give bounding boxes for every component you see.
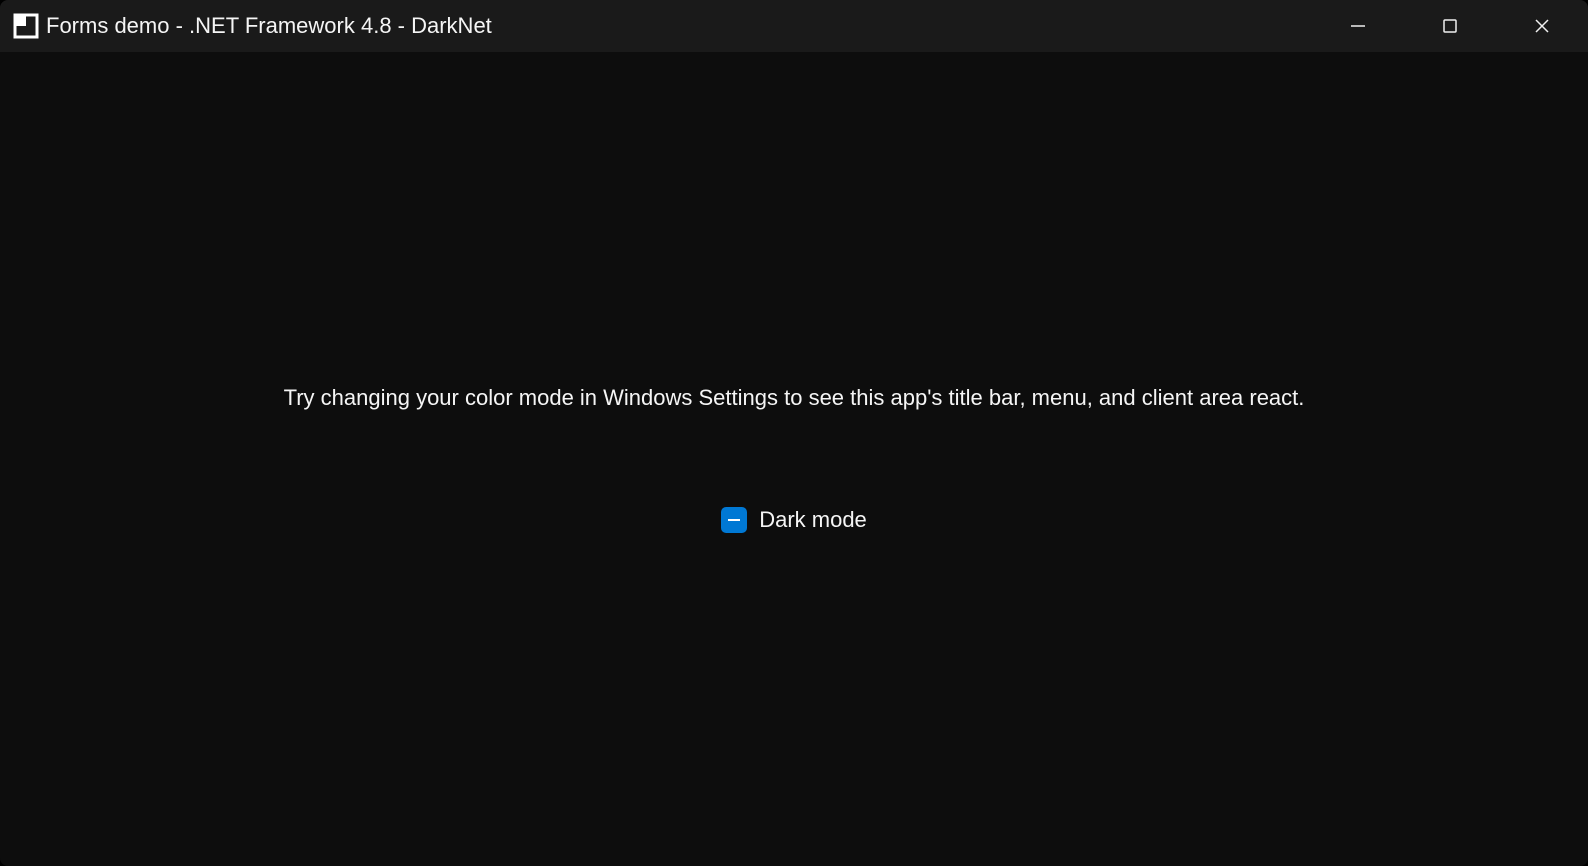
close-button[interactable] xyxy=(1496,0,1588,52)
dark-mode-checkbox-row[interactable]: Dark mode xyxy=(721,507,867,533)
checkbox-indeterminate-icon xyxy=(728,519,740,522)
window-controls xyxy=(1312,0,1588,52)
instruction-text: Try changing your color mode in Windows … xyxy=(284,385,1305,411)
dark-mode-checkbox[interactable] xyxy=(721,507,747,533)
minimize-button[interactable] xyxy=(1312,0,1404,52)
titlebar[interactable]: Forms demo - .NET Framework 4.8 - DarkNe… xyxy=(0,0,1588,52)
dark-mode-label: Dark mode xyxy=(759,507,867,533)
app-window: Forms demo - .NET Framework 4.8 - DarkNe… xyxy=(0,0,1588,866)
maximize-button[interactable] xyxy=(1404,0,1496,52)
client-area: Try changing your color mode in Windows … xyxy=(0,52,1588,866)
app-icon xyxy=(12,12,40,40)
window-title: Forms demo - .NET Framework 4.8 - DarkNe… xyxy=(46,13,1312,39)
